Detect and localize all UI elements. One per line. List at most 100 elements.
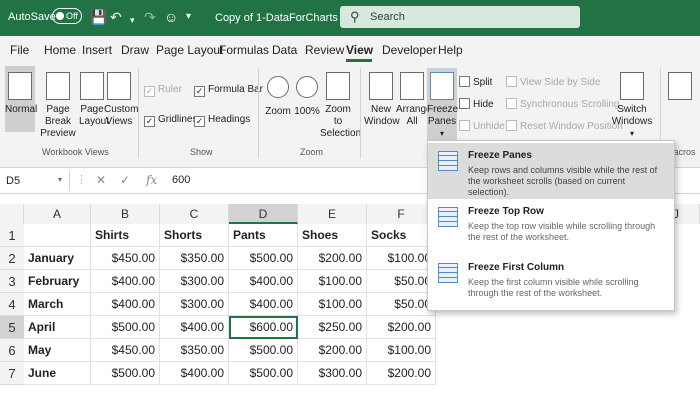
tab-home[interactable]: Home	[44, 43, 76, 57]
gridlines-checkbox[interactable]: ✓ Gridlines	[144, 114, 197, 127]
normal-view-button[interactable]: Normal	[5, 66, 37, 132]
cell-e2[interactable]: $200.00	[298, 247, 367, 270]
cell-b4[interactable]: $400.00	[91, 293, 160, 316]
row-header[interactable]: 4	[0, 293, 24, 316]
cell-c6[interactable]: $350.00	[160, 339, 229, 362]
cell-d7[interactable]: $500.00	[229, 362, 298, 385]
formula-bar-checkbox[interactable]: ✓ Formula Bar	[194, 84, 263, 97]
arrange-all-button[interactable]: Arrange All	[396, 72, 432, 128]
page-break-preview-button[interactable]: Page Break Preview	[36, 72, 80, 140]
cell-a3[interactable]: February	[24, 270, 91, 293]
menu-item-freeze-first-column[interactable]: Freeze First Column Keep the first colum…	[428, 255, 674, 311]
tab-draw[interactable]: Draw	[121, 43, 149, 57]
cell-c5[interactable]: $400.00	[160, 316, 229, 339]
macros-button[interactable]	[664, 72, 696, 104]
customize-toolbar-icon[interactable]: ▾	[186, 9, 191, 25]
cell-d5[interactable]: $600.00	[229, 316, 298, 339]
cancel-icon[interactable]: ✕	[96, 173, 106, 187]
switch-windows-button[interactable]: Switch Windows ▾	[610, 72, 654, 140]
cell-d4[interactable]: $400.00	[229, 293, 298, 316]
cell-a6[interactable]: May	[24, 339, 91, 362]
column-header-a[interactable]: A	[24, 204, 91, 224]
column-header-e[interactable]: E	[298, 204, 367, 224]
freeze-panes-button[interactable]: Freeze Panes ▾	[427, 68, 458, 140]
headings-checkbox[interactable]: ✓ Headings	[194, 114, 250, 127]
cell-e5[interactable]: $250.00	[298, 316, 367, 339]
ruler-checkbox[interactable]: ✓ Ruler	[144, 84, 182, 97]
zoom-button[interactable]: Zoom	[264, 72, 292, 118]
column-header-c[interactable]: C	[160, 204, 229, 224]
cell-b3[interactable]: $400.00	[91, 270, 160, 293]
cell-a7[interactable]: June	[24, 362, 91, 385]
cell-e7[interactable]: $300.00	[298, 362, 367, 385]
cell-f3[interactable]: $50.00	[367, 270, 436, 293]
cell-f5[interactable]: $200.00	[367, 316, 436, 339]
tab-data[interactable]: Data	[272, 43, 297, 57]
menu-item-freeze-panes[interactable]: Freeze Panes Keep rows and columns visib…	[428, 143, 674, 199]
custom-views-button[interactable]: Custom Views	[104, 72, 138, 128]
enter-icon[interactable]: ✓	[120, 173, 130, 187]
cell-b7[interactable]: $500.00	[91, 362, 160, 385]
formula-input[interactable]: 600	[172, 174, 190, 186]
row-header[interactable]: 2	[0, 247, 24, 270]
cell-a1[interactable]	[24, 224, 91, 247]
tab-help[interactable]: Help	[438, 43, 463, 57]
cell-d1[interactable]: Pants	[229, 224, 298, 247]
cell-f7[interactable]: $200.00	[367, 362, 436, 385]
redo-icon[interactable]: ↷	[144, 9, 156, 25]
synchronous-scrolling-button[interactable]: Synchronous Scrolling	[506, 98, 620, 110]
undo-icon[interactable]: ↶	[110, 9, 122, 25]
view-side-by-side-button[interactable]: View Side by Side	[506, 76, 600, 88]
cell-a5[interactable]: April	[24, 316, 91, 339]
column-header-b[interactable]: B	[91, 204, 160, 224]
cell-b2[interactable]: $450.00	[91, 247, 160, 270]
column-header-f[interactable]: F	[367, 204, 436, 224]
new-window-button[interactable]: New Window	[364, 72, 400, 128]
cell-c3[interactable]: $300.00	[160, 270, 229, 293]
column-header-d[interactable]: D	[229, 204, 298, 224]
document-title[interactable]: Copy of 1-DataForCharts ▾	[215, 11, 346, 24]
cell-a4[interactable]: March	[24, 293, 91, 316]
unhide-button[interactable]: Unhide	[459, 120, 505, 132]
cell-e4[interactable]: $100.00	[298, 293, 367, 316]
cell-f2[interactable]: $100.00	[367, 247, 436, 270]
cell-e6[interactable]: $200.00	[298, 339, 367, 362]
tab-developer[interactable]: Developer	[382, 43, 437, 57]
cell-e1[interactable]: Shoes	[298, 224, 367, 247]
tab-file[interactable]: File	[10, 43, 29, 57]
cell-d6[interactable]: $500.00	[229, 339, 298, 362]
save-icon[interactable]: 💾	[90, 9, 107, 25]
undo-dropdown-icon[interactable]: ▾	[130, 12, 135, 28]
cell-f4[interactable]: $50.00	[367, 293, 436, 316]
cell-d2[interactable]: $500.00	[229, 247, 298, 270]
zoom-100-button[interactable]: 100%	[294, 72, 320, 118]
cell-b1[interactable]: Shirts	[91, 224, 160, 247]
select-all-corner[interactable]	[0, 204, 24, 224]
tab-view[interactable]: View	[346, 43, 373, 57]
tab-page-layout[interactable]: Page Layout	[156, 43, 223, 57]
page-layout-view-button[interactable]: Page Layout	[79, 72, 109, 128]
cell-b5[interactable]: $500.00	[91, 316, 160, 339]
search-box[interactable]: ⚲ Search	[340, 6, 580, 28]
cell-c2[interactable]: $350.00	[160, 247, 229, 270]
cell-f6[interactable]: $100.00	[367, 339, 436, 362]
menu-item-freeze-top-row[interactable]: Freeze Top Row Keep the top row visible …	[428, 199, 674, 255]
cell-c7[interactable]: $400.00	[160, 362, 229, 385]
cell-f1[interactable]: Socks	[367, 224, 436, 247]
smiley-icon[interactable]: ☺	[164, 9, 178, 25]
hide-button[interactable]: Hide	[459, 98, 494, 110]
cell-d3[interactable]: $400.00	[229, 270, 298, 293]
autosave-toggle[interactable]: Off	[52, 8, 82, 24]
tab-insert[interactable]: Insert	[82, 43, 112, 57]
split-button[interactable]: Split	[459, 76, 492, 88]
cell-c1[interactable]: Shorts	[160, 224, 229, 247]
row-header[interactable]: 1	[0, 224, 24, 247]
name-box[interactable]: D5 ▾	[0, 171, 70, 191]
cell-b6[interactable]: $450.00	[91, 339, 160, 362]
function-icon[interactable]: fx	[146, 173, 157, 187]
tab-formulas[interactable]: Formulas	[219, 43, 269, 57]
reset-window-position-button[interactable]: Reset Window Position	[506, 120, 623, 132]
zoom-to-selection-button[interactable]: Zoom to Selection	[320, 72, 361, 140]
cell-c4[interactable]: $300.00	[160, 293, 229, 316]
row-header[interactable]: 3	[0, 270, 24, 293]
